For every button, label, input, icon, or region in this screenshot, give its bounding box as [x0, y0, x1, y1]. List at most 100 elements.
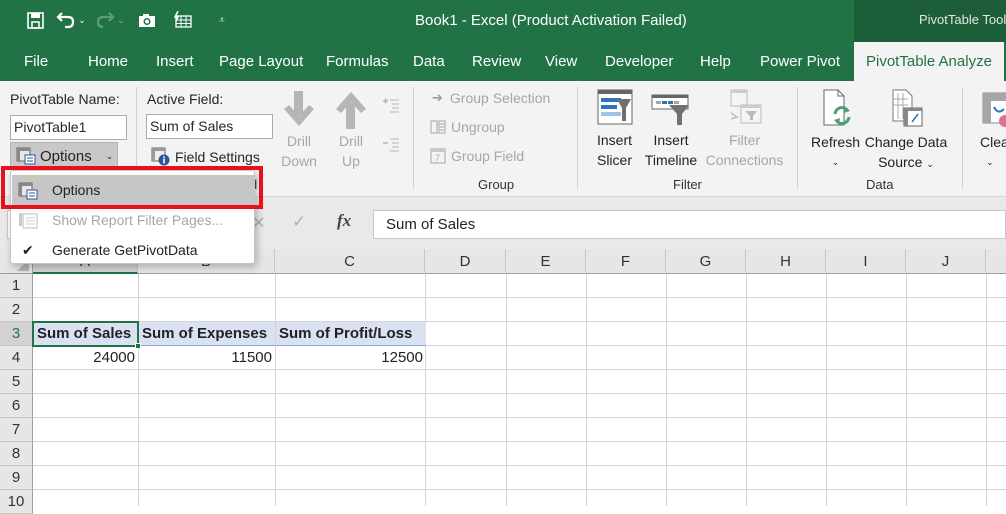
grid-line — [33, 441, 1006, 442]
formula-input[interactable]: Sum of Sales — [373, 210, 1006, 239]
row-header-1[interactable]: 1 — [0, 274, 33, 298]
column-header-h[interactable]: H — [746, 249, 826, 274]
tab-insert[interactable]: Insert — [156, 42, 194, 81]
change-data-source-button[interactable]: Change Data Source ⌄ — [862, 89, 950, 174]
options-dropdown-button[interactable]: Options ⌄ — [10, 142, 118, 170]
row-header-4[interactable]: 4 — [0, 346, 33, 370]
grid-line — [826, 274, 827, 506]
change-data-source-icon — [892, 89, 923, 127]
pivottable-name-label: PivotTable Name: — [10, 91, 120, 107]
redo-icon: ⌄ — [90, 8, 130, 32]
insert-slicer-button[interactable]: Insert Slicer — [592, 89, 637, 170]
column-header-c[interactable]: C — [275, 249, 425, 274]
column-header-f[interactable]: F — [586, 249, 666, 274]
clear-button[interactable]: Clea ⌄ — [980, 89, 1006, 172]
chevron-down-icon: ⌄ — [831, 157, 840, 167]
arrow-down-icon — [284, 91, 314, 126]
menu-item-show-report-filter-pages-label: Show Report Filter Pages... — [52, 212, 224, 228]
column-header-j[interactable]: J — [906, 249, 986, 274]
menu-item-options-label: Options — [52, 182, 101, 198]
field-settings-button[interactable]: Field Settings — [151, 147, 260, 166]
grid-line — [425, 274, 426, 506]
insert-timeline-button[interactable]: Insert Timeline — [642, 89, 700, 170]
quick-access-toolbar: ⌄ ⌄ ⩡ — [22, 8, 232, 32]
options-button-label: Options — [40, 147, 92, 165]
collapse-field-icon — [382, 136, 400, 159]
row-header-3[interactable]: 3 — [0, 322, 33, 346]
row-header-10[interactable]: 10 — [0, 490, 33, 514]
column-header-g[interactable]: G — [666, 249, 746, 274]
pivot-value-sales[interactable]: 24000 — [34, 346, 138, 370]
group-field-label: Group Field — [451, 148, 525, 164]
timeline-icon — [651, 94, 689, 125]
tab-developer[interactable]: Developer — [605, 42, 673, 81]
ungroup-button: Ungroup — [430, 119, 505, 135]
save-icon[interactable] — [22, 8, 48, 32]
group-separator — [962, 87, 963, 189]
drill-up-label-2: Up — [342, 153, 360, 169]
context-tab-group-label: PivotTable Tools — [854, 0, 1006, 42]
camera-icon[interactable] — [134, 8, 160, 32]
grid-line — [33, 465, 1006, 466]
grid-line — [986, 274, 987, 506]
row-header-9[interactable]: 9 — [0, 466, 33, 490]
tab-pivottable-analyze[interactable]: PivotTable Analyze — [854, 42, 1004, 81]
customize-qat-icon[interactable]: ⩡ — [212, 8, 232, 32]
checkmark-icon: ✔ — [22, 242, 34, 258]
tab-formulas[interactable]: Formulas — [326, 42, 389, 81]
tab-home[interactable]: Home — [88, 42, 128, 81]
column-header-e[interactable]: E — [506, 249, 586, 274]
row-header-7[interactable]: 7 — [0, 418, 33, 442]
column-header-i[interactable]: I — [826, 249, 906, 274]
tab-file[interactable]: File — [24, 42, 48, 81]
tab-page-layout[interactable]: Page Layout — [219, 42, 303, 81]
data-group-label: Data — [866, 177, 894, 192]
calendar-icon: 7 — [430, 148, 446, 164]
menu-item-generate-getpivotdata[interactable]: ✔ Generate GetPivotData — [12, 235, 254, 265]
pivottable-name-input[interactable]: PivotTable1 — [10, 115, 127, 140]
insert-function-icon[interactable]: fx — [337, 211, 351, 231]
refresh-button[interactable]: Refresh ⌄ — [808, 89, 863, 172]
menu-item-generate-getpivotdata-label: Generate GetPivotData — [52, 242, 198, 258]
pivot-value-profit-loss[interactable]: 12500 — [276, 346, 426, 370]
drill-up-label-1: Drill — [338, 133, 364, 149]
filter-connections-label-1: Filter — [728, 132, 761, 148]
clear-icon — [982, 92, 1006, 127]
tab-review[interactable]: Review — [472, 42, 521, 81]
grid-line — [138, 274, 139, 506]
options-dropdown-menu: Options Show Report Filter Pages... ✔ Ge… — [10, 170, 255, 264]
pivot-header-sum-of-profit-loss[interactable]: Sum of Profit/Loss — [276, 322, 426, 346]
quick-table-icon[interactable] — [168, 8, 198, 32]
menu-item-options[interactable]: Options — [12, 175, 254, 205]
svg-text:7: 7 — [435, 153, 440, 163]
tab-help[interactable]: Help — [700, 42, 731, 81]
insert-timeline-label-1: Insert — [653, 132, 689, 148]
row-header-2[interactable]: 2 — [0, 298, 33, 322]
arrow-right-icon: ➔ — [432, 90, 443, 105]
group-selection-label: Group Selection — [449, 90, 551, 106]
change-data-source-label-2: Source — [878, 154, 923, 170]
filter-connections-label-2: Connections — [705, 152, 784, 168]
refresh-icon — [823, 89, 850, 126]
active-field-label: Active Field: — [147, 91, 224, 107]
tab-power-pivot[interactable]: Power Pivot — [760, 42, 840, 81]
insert-timeline-label-2: Timeline — [644, 152, 698, 168]
active-field-input[interactable]: Sum of Sales — [146, 114, 273, 139]
undo-icon[interactable]: ⌄ — [56, 8, 86, 32]
row-header-5[interactable]: 5 — [0, 370, 33, 394]
chevron-down-icon: ⌄ — [926, 159, 934, 169]
drill-down-label-1: Drill — [286, 133, 312, 149]
column-header-d[interactable]: D — [425, 249, 506, 274]
tab-view[interactable]: View — [545, 42, 577, 81]
pivot-value-expenses[interactable]: 11500 — [139, 346, 275, 370]
selected-cell-outline — [32, 321, 139, 347]
insert-slicer-label-1: Insert — [596, 132, 632, 148]
title-bar: ⌄ ⌄ ⩡ Book1 - Excel (Product Activation … — [0, 0, 1006, 42]
insert-slicer-label-2: Slicer — [596, 152, 632, 168]
field-settings-label: Field Settings — [175, 148, 260, 165]
row-header-6[interactable]: 6 — [0, 394, 33, 418]
grid-line — [666, 274, 667, 506]
pivot-header-sum-of-expenses[interactable]: Sum of Expenses — [139, 322, 275, 346]
tab-data[interactable]: Data — [413, 42, 445, 81]
row-header-8[interactable]: 8 — [0, 442, 33, 466]
